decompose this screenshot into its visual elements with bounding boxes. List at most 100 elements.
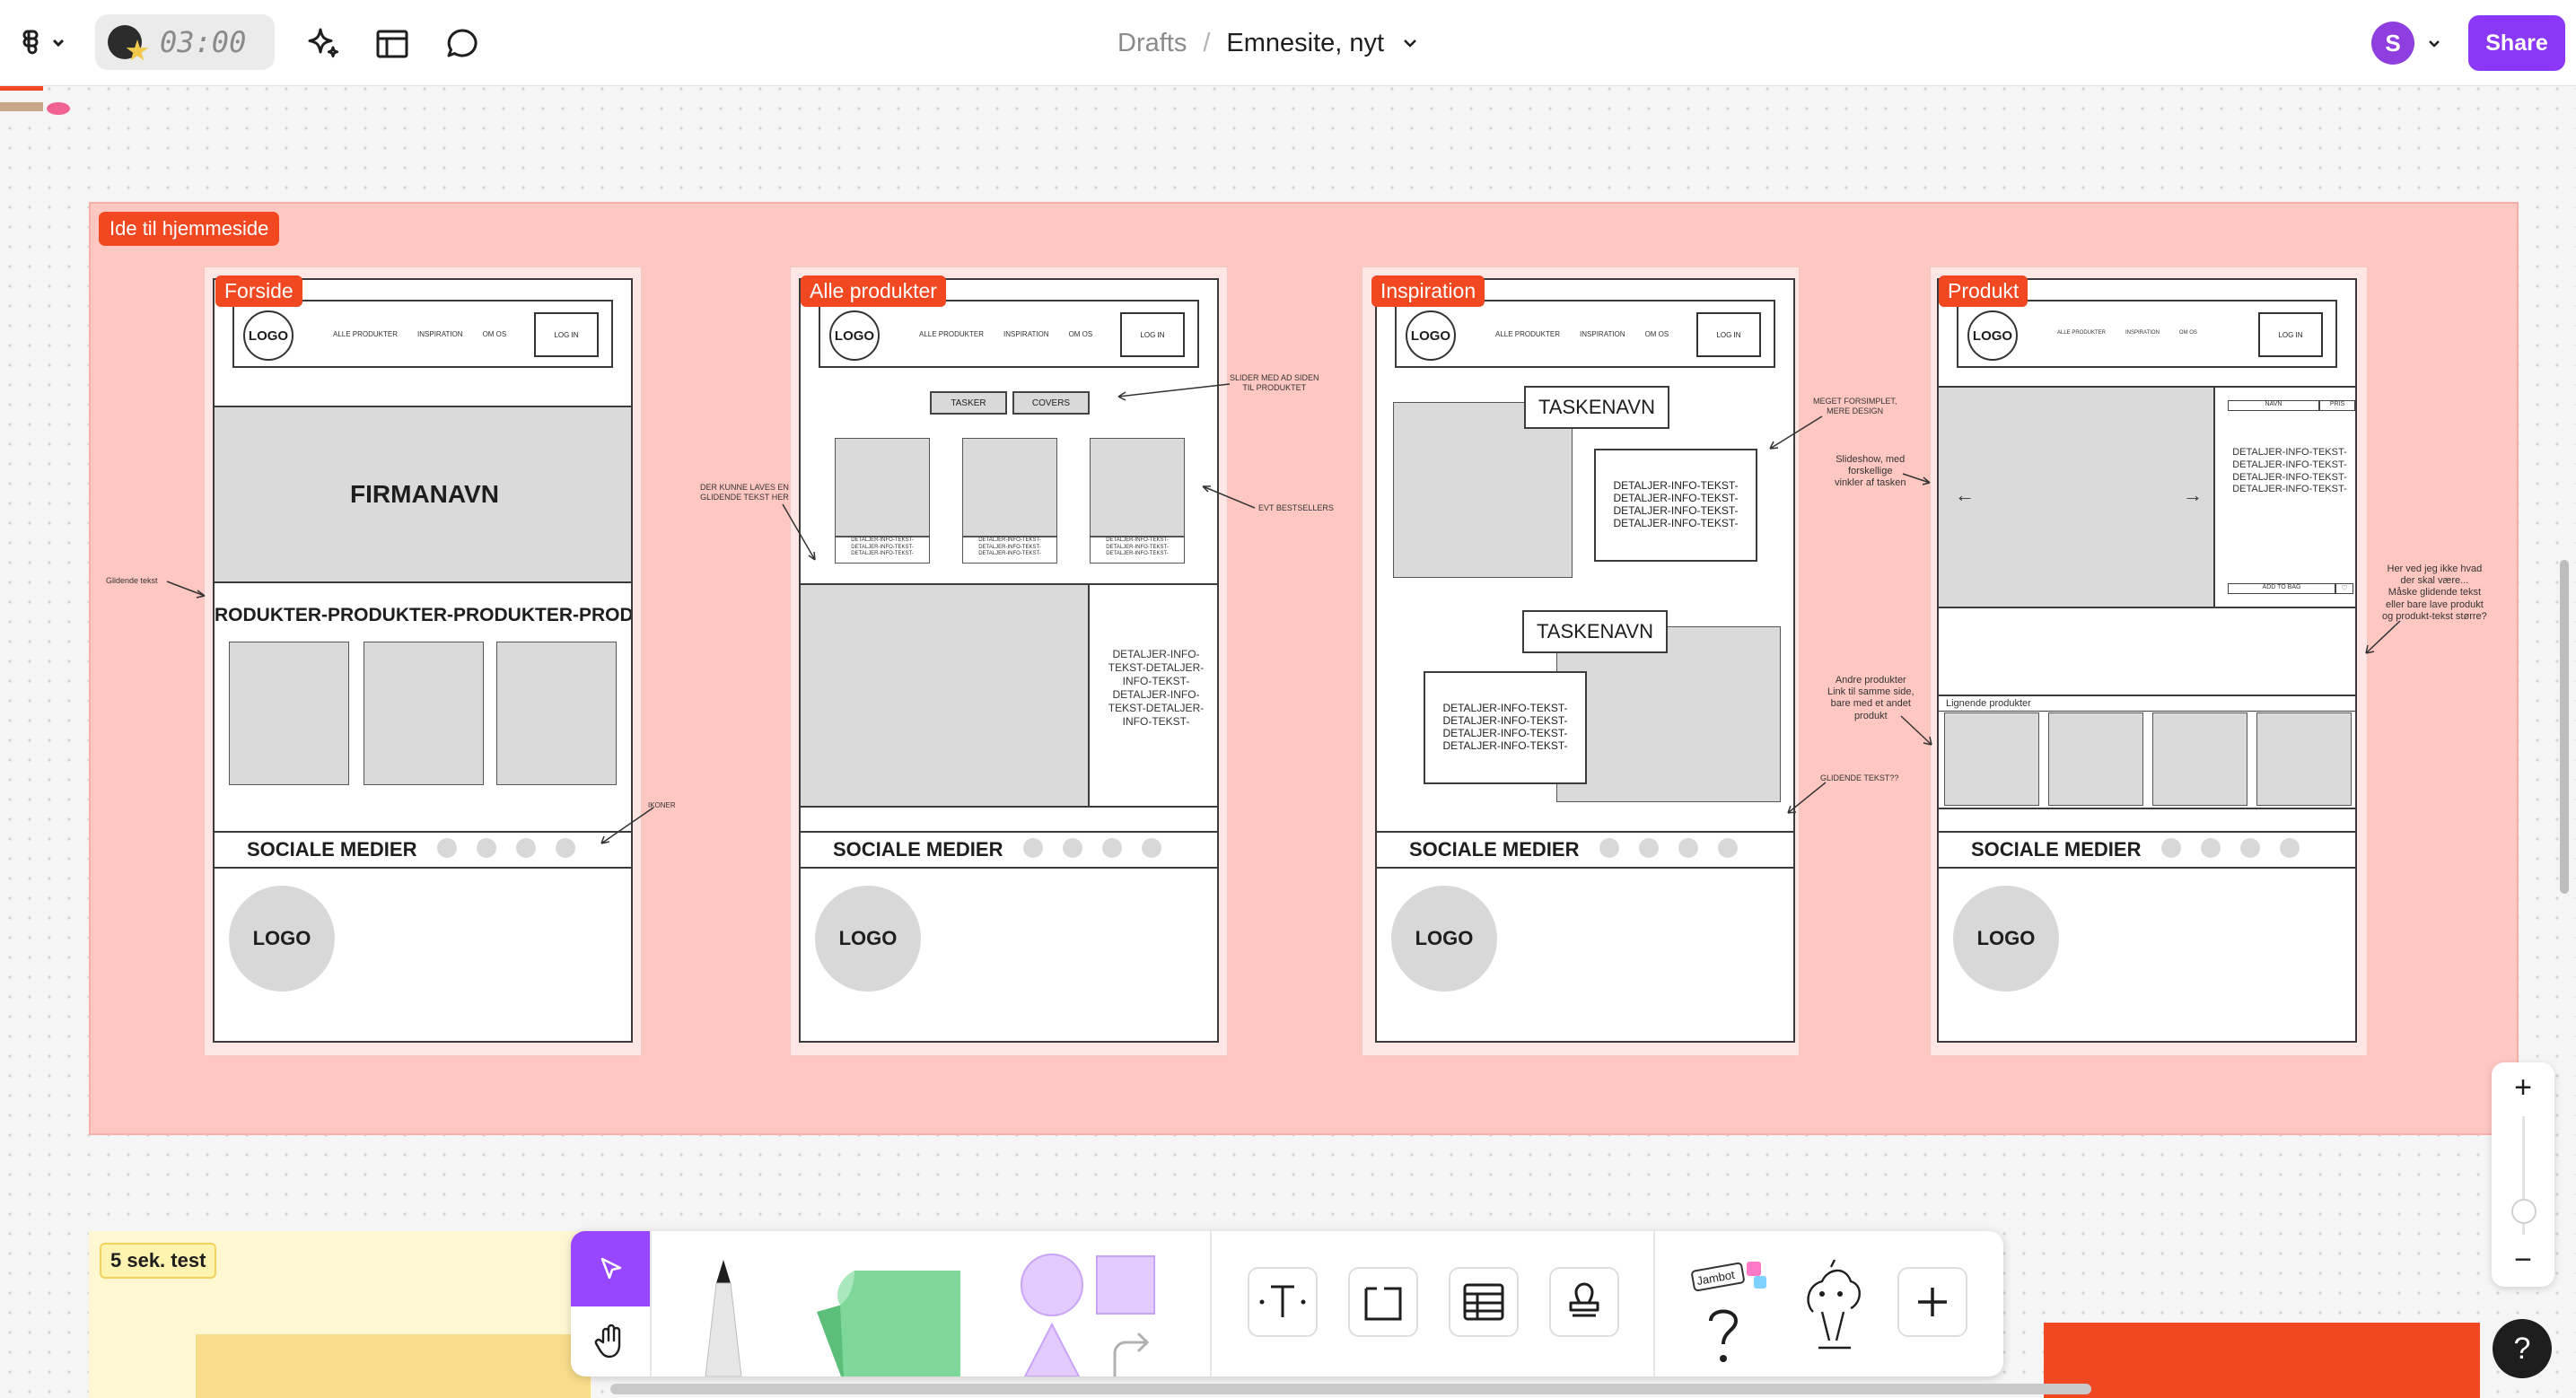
nav-link: OM OS xyxy=(2178,330,2197,336)
product-placeholder xyxy=(835,438,930,537)
section-tool[interactable] xyxy=(1348,1267,1418,1337)
zoom-out-button[interactable]: − xyxy=(2492,1240,2554,1280)
figma-menu-icon xyxy=(22,30,65,55)
nav-link: INSPIRATION xyxy=(2125,330,2160,336)
product-placeholder xyxy=(962,438,1057,537)
nav-link: INSPIRATION xyxy=(417,330,463,338)
move-tool[interactable] xyxy=(571,1231,650,1306)
frame-label-produkt[interactable]: Produkt xyxy=(1939,275,2028,307)
frame-produkt[interactable]: LOGO ALLE PRODUKTER INSPIRATION OM OS LO… xyxy=(1937,278,2357,1043)
frame-label-forside[interactable]: Forside xyxy=(215,275,302,307)
divider xyxy=(801,831,1217,833)
sticky-note[interactable] xyxy=(196,1334,591,1398)
social-icon xyxy=(516,838,536,858)
annotation-slideshow[interactable]: Slideshow, med forskellige vinkler af ta… xyxy=(1835,454,1906,490)
hand-tool[interactable] xyxy=(571,1306,650,1376)
vertical-scrollbar[interactable] xyxy=(2560,560,2569,894)
product-caption: DETALJER-INFO-TEKST- DETALJER-INFO-TEKST… xyxy=(1090,537,1185,564)
toolbar-separator xyxy=(1210,1231,1212,1376)
shapes-tool[interactable] xyxy=(1020,1253,1172,1376)
product-placeholder xyxy=(229,642,349,785)
section-label-5-sek-test[interactable]: 5 sek. test xyxy=(100,1243,217,1279)
nav-link: ALLE PRODUKTER xyxy=(333,330,399,338)
annotation-forsimplet[interactable]: MEGET FORSIMPLET, MERE DESIGN xyxy=(1813,397,1897,416)
sticky-note-tool[interactable] xyxy=(808,1258,969,1376)
avatar[interactable]: S xyxy=(2371,22,2414,65)
timer-icon xyxy=(108,25,142,59)
breadcrumb-drafts[interactable]: Drafts xyxy=(1117,29,1187,58)
annotation-slider[interactable]: SLIDER MED AD SIDEN TIL PRODUKTET xyxy=(1230,373,1319,393)
product-caption: DETALJER-INFO-TEKST- DETALJER-INFO-TEKST… xyxy=(835,537,930,564)
annotation-bestsellers[interactable]: EVT BESTSELLERS xyxy=(1258,503,1334,513)
file-name[interactable]: Emnesite, nyt xyxy=(1226,29,1384,58)
horizontal-scrollbar[interactable] xyxy=(610,1384,2091,1394)
annotation-andre-produkter[interactable]: Andre produkter Link til samme side, bar… xyxy=(1827,675,1914,722)
detail-text: DETALJER-INFO-TEKST- DETALJER-INFO-TEKST… xyxy=(1594,449,1757,562)
frame-forside[interactable]: LOGO ALLE PRODUKTER INSPIRATION OM OS LO… xyxy=(213,278,633,1043)
bottom-toolbar: Jambot xyxy=(571,1231,2003,1376)
chevron-down-icon xyxy=(2429,40,2440,48)
stamp-tool[interactable] xyxy=(1549,1267,1619,1337)
annotation-ikoner[interactable]: IKONER xyxy=(648,801,676,810)
avatar-menu-button[interactable] xyxy=(2423,31,2445,56)
ai-button[interactable] xyxy=(300,22,345,66)
similar-product xyxy=(1944,712,2039,806)
timer-widget[interactable]: 03:00 xyxy=(95,14,275,70)
annotation-glidende-2[interactable]: GLIDENDE TEKST?? xyxy=(1820,773,1898,783)
social-heading: SOCIALE MEDIER xyxy=(1971,838,2142,861)
nav-link: INSPIRATION xyxy=(1580,330,1625,338)
detail-text: DETALJER-INFO-TEKST- DETALJER-INFO-TEKST… xyxy=(2232,447,2347,495)
similar-product xyxy=(2048,712,2143,806)
similar-heading: Lignende produkter xyxy=(1946,698,2031,709)
section-label[interactable]: Ide til hjemmeside xyxy=(99,212,280,246)
hero-banner: FIRMANAVN xyxy=(215,407,631,583)
pen-icon xyxy=(705,1260,742,1376)
login-box: LOG IN xyxy=(1120,312,1185,357)
sticky-note-icon xyxy=(817,1271,960,1376)
chevron-down-icon[interactable] xyxy=(1400,33,1420,53)
frame-inspiration[interactable]: LOGO ALLE PRODUKTER INSPIRATION OM OS LO… xyxy=(1375,278,1795,1043)
comments-button[interactable] xyxy=(440,22,485,66)
frame-label-alle-produkter[interactable]: Alle produkter xyxy=(801,275,946,307)
frame-alle-produkter[interactable]: LOGO ALLE PRODUKTER INSPIRATION OM OS LO… xyxy=(799,278,1219,1043)
section-icon xyxy=(1364,1287,1402,1321)
divider xyxy=(1939,831,2355,833)
jambot-widget[interactable]: Jambot xyxy=(1684,1258,1783,1376)
annotation-her-ved-jeg[interactable]: Her ved jeg ikke hvad der skal være... M… xyxy=(2382,564,2487,623)
social-icon xyxy=(1063,838,1082,858)
widgets-tool[interactable] xyxy=(1786,1258,1876,1376)
zoom-in-button[interactable]: + xyxy=(2492,1068,2554,1107)
main-menu-button[interactable] xyxy=(16,22,74,65)
pen-tool[interactable] xyxy=(697,1258,750,1376)
comment-icon xyxy=(447,29,478,57)
toolbar-separator xyxy=(650,1231,652,1376)
table-tool[interactable] xyxy=(1449,1267,1519,1337)
red-shape[interactable] xyxy=(2044,1323,2480,1398)
nav-logo: LOGO xyxy=(1967,310,2018,361)
text-tool[interactable] xyxy=(1248,1267,1318,1337)
nav-bar: LOGO ALLE PRODUKTER INSPIRATION OM OS LO… xyxy=(1957,300,2337,368)
social-icon xyxy=(2161,838,2181,858)
social-icon xyxy=(477,838,496,858)
social-icon xyxy=(437,838,457,858)
partial-canvas-object[interactable] xyxy=(0,86,70,115)
annotation-kunne-laves[interactable]: DER KUNNE LAVES EN GLIDENDE TEKST HER xyxy=(700,483,789,502)
frame-label-inspiration[interactable]: Inspiration xyxy=(1371,275,1485,307)
annotation-glidende-tekst[interactable]: Glidende tekst xyxy=(106,576,158,586)
plus-icon xyxy=(1918,1288,1947,1316)
social-heading: SOCIALE MEDIER xyxy=(1409,838,1580,861)
divider xyxy=(801,867,1217,869)
nav-links: ALLE PRODUKTER INSPIRATION OM OS xyxy=(1495,330,1669,338)
add-tool[interactable] xyxy=(1897,1267,1967,1337)
top-toolbar: 03:00 Drafts / Emnesite, nyt S Share xyxy=(0,0,2576,86)
layout-button[interactable] xyxy=(370,22,415,66)
footer-logo: LOGO xyxy=(1953,886,2059,992)
help-button[interactable]: ? xyxy=(2493,1319,2552,1378)
zoom-control: + − xyxy=(2492,1062,2554,1287)
breadcrumb-separator: / xyxy=(1203,28,1211,57)
layout-icon xyxy=(376,30,408,58)
zoom-slider-handle[interactable] xyxy=(2511,1199,2537,1224)
social-icon xyxy=(1718,838,1738,858)
share-button[interactable]: Share xyxy=(2468,15,2565,71)
breadcrumb: Drafts / Emnesite, nyt xyxy=(1117,25,1420,61)
